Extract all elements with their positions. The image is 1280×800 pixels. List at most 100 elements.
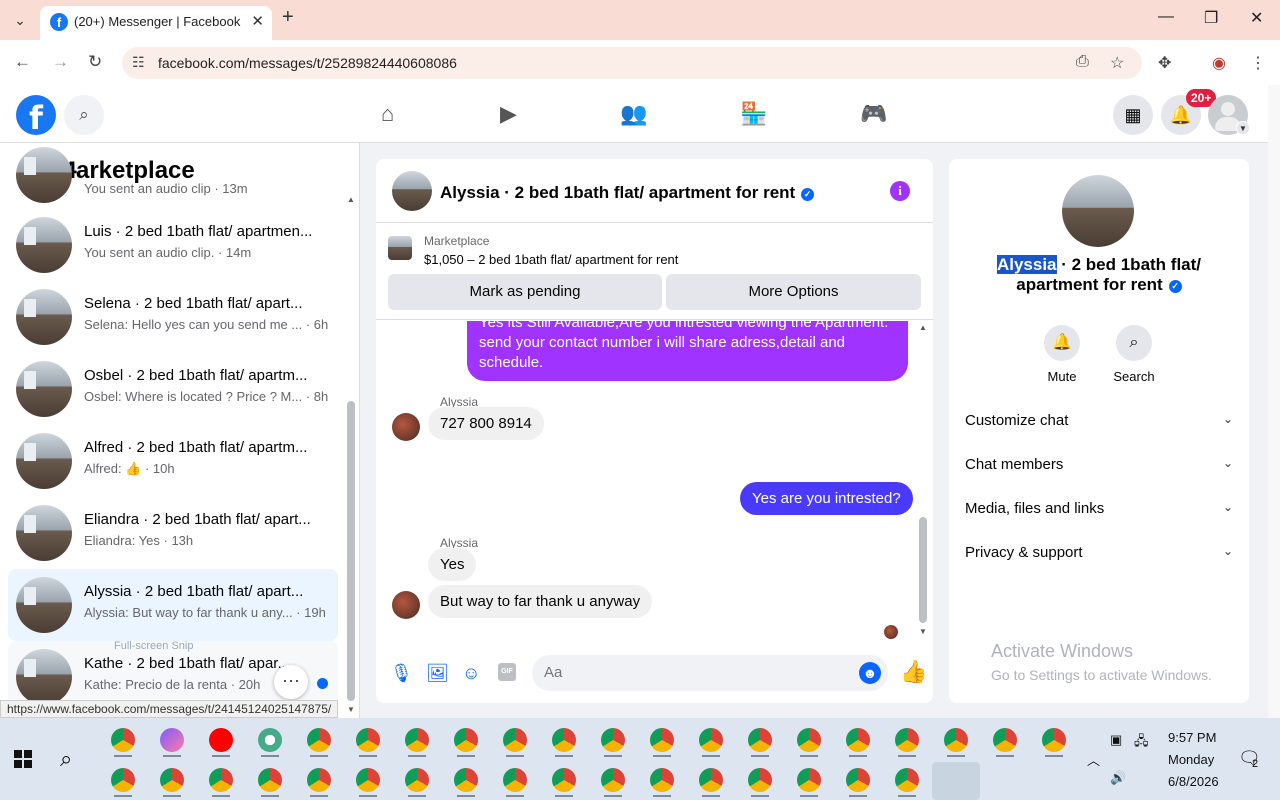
message-bubble-incoming[interactable]: Yes [428, 548, 477, 581]
chrome-profile-icon[interactable] [846, 728, 870, 752]
chrome-profile-icon[interactable] [552, 728, 576, 752]
chrome-profile-icon[interactable] [895, 728, 919, 752]
scroll-down-icon[interactable]: ▼ [347, 705, 355, 714]
home-icon[interactable]: ⌂ [381, 101, 394, 127]
restore-icon[interactable]: ❐ [1204, 8, 1218, 28]
chrome-profile-icon[interactable] [650, 728, 674, 752]
marketplace-icon[interactable]: 🏪 [740, 101, 767, 127]
chrome-profile-icon[interactable] [307, 728, 331, 752]
microphone-icon[interactable]: 🎙 [390, 663, 413, 684]
bookmark-star-icon[interactable]: ☆ [1110, 53, 1124, 73]
chrome-profile-icon[interactable] [699, 728, 723, 752]
chrome-profile-icon[interactable] [307, 768, 331, 792]
scroll-down-icon[interactable]: ▼ [919, 627, 927, 636]
chrome-profile-icon[interactable] [111, 768, 135, 792]
chrome-profile-icon[interactable] [209, 768, 233, 792]
mute-button[interactable]: 🔔 Mute [1032, 325, 1092, 384]
friends-icon[interactable]: 👥 [620, 101, 647, 127]
conversation-item[interactable]: Osbel · 2 bed 1bath flat/ apartm... Osbe… [8, 353, 338, 425]
back-icon[interactable]: ← [14, 52, 31, 72]
chrome-profile-icon[interactable] [748, 728, 772, 752]
chrome-profile-icon[interactable] [454, 768, 478, 792]
tray-overflow-icon[interactable]: ︿ [1087, 750, 1100, 769]
conversation-item[interactable]: You sent an audio clip · 13m [8, 147, 338, 209]
media-files-links-row[interactable]: Media, files and links ⌄ [965, 500, 1233, 520]
chrome-profile-icon[interactable] [405, 768, 429, 792]
chrome-profile-icon[interactable] [503, 728, 527, 752]
sticker-icon[interactable]: ☺ [462, 663, 480, 684]
address-bar[interactable]: ☷ facebook.com/messages/t/25289824440608… [122, 47, 1142, 79]
chrome-profile-icon[interactable] [699, 768, 723, 792]
network-icon[interactable]: 🖧 [1134, 732, 1149, 754]
search-button[interactable]: ⌕ Search [1104, 325, 1164, 384]
message-input[interactable] [544, 664, 844, 681]
clock-time[interactable]: 9:57 PM [1168, 730, 1216, 745]
menu-grid-icon[interactable]: ▦ [1113, 95, 1153, 135]
chrome-profile-icon[interactable] [258, 768, 282, 792]
chat-scrollbar[interactable] [919, 325, 927, 635]
conversation-item-active[interactable]: Alyssia · 2 bed 1bath flat/ apart... Aly… [8, 569, 338, 641]
youtube-icon[interactable] [209, 728, 233, 752]
install-app-icon[interactable]: ⎙ [1076, 53, 1089, 71]
browser-tab-messenger[interactable]: f (20+) Messenger | Facebook ✕ [40, 6, 272, 40]
message-bubble-incoming[interactable]: 727 800 8914 [428, 407, 544, 440]
conversation-item[interactable]: Luis · 2 bed 1bath flat/ apartmen... You… [8, 209, 338, 281]
message-bubble-outgoing[interactable]: Yes its Still Available,Are you intreste… [467, 321, 908, 381]
chrome-profile-icon[interactable] [552, 768, 576, 792]
chrome-profile-icon[interactable] [601, 768, 625, 792]
conversation-item[interactable]: Selena · 2 bed 1bath flat/ apart... Sele… [8, 281, 338, 353]
volume-icon[interactable]: 🔊 [1110, 770, 1126, 786]
close-tab-icon[interactable]: ✕ [251, 12, 264, 30]
chrome-profile-icon[interactable] [797, 768, 821, 792]
more-options-button[interactable]: More Options [666, 274, 921, 310]
sidebar-scrollbar[interactable] [347, 195, 355, 705]
chat-members-row[interactable]: Chat members ⌄ [965, 456, 1233, 476]
chrome-profile-icon[interactable] [895, 768, 919, 792]
photo-icon[interactable]: 🖼 [426, 663, 449, 684]
copilot-icon[interactable] [160, 728, 184, 752]
more-options-button[interactable]: ··· [274, 665, 308, 699]
message-bubble-outgoing[interactable]: Yes are you intrested? [740, 482, 913, 515]
windows-start-icon[interactable] [14, 750, 32, 768]
app-icon[interactable] [258, 728, 282, 752]
chrome-profile-icon[interactable] [356, 768, 380, 792]
site-info-icon[interactable]: ☷ [132, 54, 145, 71]
new-tab-icon[interactable]: + [282, 6, 294, 29]
chat-title[interactable]: Alyssia · 2 bed 1bath flat/ apartment fo… [440, 183, 815, 203]
chrome-profile-icon[interactable] [748, 768, 772, 792]
sender-avatar[interactable] [392, 413, 420, 441]
chrome-profile-icon[interactable] [356, 728, 380, 752]
gaming-icon[interactable]: 🎮 [860, 101, 887, 127]
mark-as-pending-button[interactable]: Mark as pending [388, 274, 662, 310]
info-icon[interactable]: i [890, 181, 910, 201]
chrome-profile-icon[interactable] [503, 768, 527, 792]
forward-icon[interactable]: → [52, 52, 69, 72]
facebook-logo-icon[interactable]: f [16, 95, 56, 137]
tab-search-dropdown[interactable]: ⌄ [8, 8, 32, 32]
conversation-item[interactable]: Eliandra · 2 bed 1bath flat/ apart... El… [8, 497, 338, 569]
search-icon[interactable]: ⌕ [64, 95, 104, 135]
chat-avatar[interactable] [392, 171, 432, 211]
message-bubble-incoming[interactable]: But way to far thank u anyway [428, 585, 653, 618]
chrome-profile-icon[interactable] [160, 768, 184, 792]
listing-thumbnail[interactable] [388, 236, 412, 260]
gif-icon[interactable]: GIF [498, 663, 516, 681]
chrome-menu-icon[interactable]: ⋮ [1250, 53, 1266, 73]
info-avatar[interactable] [1062, 175, 1134, 247]
listing-price[interactable]: $1,050 – 2 bed 1bath flat/ apartment for… [424, 252, 678, 267]
chrome-profile-icon[interactable] [650, 768, 674, 792]
thumbs-up-icon[interactable]: 👍 [900, 659, 927, 685]
close-window-icon[interactable]: ✕ [1250, 8, 1263, 28]
chrome-profile-icon[interactable] [944, 728, 968, 752]
extensions-icon[interactable]: ✥ [1158, 53, 1171, 73]
chrome-profile-icon[interactable] [797, 728, 821, 752]
reload-icon[interactable]: ↻ [88, 52, 102, 72]
minimize-icon[interactable]: — [1158, 8, 1174, 26]
customize-chat-row[interactable]: Customize chat ⌄ [965, 412, 1233, 432]
conversation-item[interactable]: Alfred · 2 bed 1bath flat/ apartm... Alf… [8, 425, 338, 497]
emoji-icon[interactable]: ☻ [859, 662, 881, 684]
chrome-profile-icon[interactable] [111, 728, 135, 752]
sender-avatar[interactable] [392, 591, 420, 619]
page-scrollbar[interactable] [1268, 85, 1280, 718]
tray-device-icon[interactable]: ▣ [1110, 732, 1122, 748]
